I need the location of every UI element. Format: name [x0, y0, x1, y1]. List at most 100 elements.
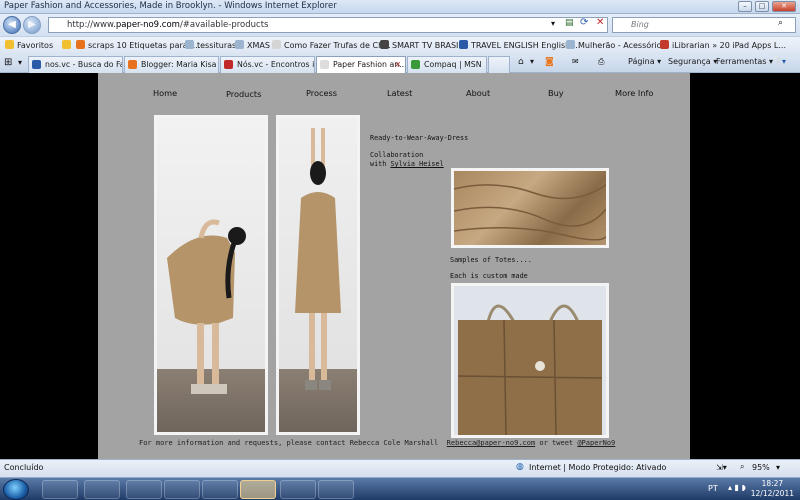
page-icon — [660, 40, 669, 49]
page-icon — [235, 40, 244, 49]
tab[interactable]: Nós.vc - Encontros in... — [220, 56, 315, 73]
compat-view-icon[interactable]: ▤ — [565, 18, 574, 28]
menu-buy[interactable]: Buy — [548, 88, 564, 98]
home-icon[interactable]: ⌂ — [518, 57, 524, 67]
search-icon[interactable]: ⌕ — [778, 18, 783, 28]
status-text: Concluído — [4, 463, 44, 472]
explorer-icon[interactable] — [84, 480, 120, 499]
twitter-link[interactable]: @PaperNo9 — [577, 439, 615, 447]
minimize-button[interactable]: – — [738, 1, 752, 12]
back-button[interactable]: ◀ — [3, 16, 21, 34]
zoom-dropdown-icon[interactable]: ▾ — [776, 463, 780, 472]
favorite-link[interactable]: SMART TV BRASIL — [380, 40, 463, 50]
mail-icon[interactable]: ✉ — [572, 57, 579, 66]
page-icon — [459, 40, 468, 49]
add-favorite-icon[interactable] — [62, 40, 74, 50]
menu-process[interactable]: Process — [306, 88, 337, 98]
page-icon — [320, 60, 329, 69]
favorite-link[interactable]: XMAS — [235, 40, 270, 50]
favorite-link[interactable]: iLibrarian » 20 iPad Apps L... — [660, 40, 786, 50]
print-icon[interactable]: ⎙ — [598, 57, 604, 67]
new-tab-button[interactable] — [488, 56, 510, 73]
tote-bag-photo[interactable] — [451, 283, 609, 438]
forward-button[interactable]: ▶ — [23, 16, 41, 34]
quick-tabs-icon[interactable]: ⊞ — [4, 57, 12, 68]
tab[interactable]: Compaq | MSN — [407, 56, 487, 73]
zoom-icon[interactable]: ⌕ — [740, 462, 744, 472]
favorite-link[interactable]: TRAVEL ENGLISH English ... — [459, 40, 580, 50]
paint-icon[interactable] — [318, 480, 354, 499]
feeds-icon[interactable]: ◙ — [545, 57, 554, 67]
favorite-link[interactable]: tessituras — [185, 40, 236, 50]
address-dropdown-icon[interactable]: ▾ — [551, 19, 555, 28]
menu-home[interactable]: Home — [153, 88, 177, 98]
firefox-icon[interactable] — [164, 480, 200, 499]
menu-more-info[interactable]: More Info — [615, 88, 653, 98]
window-title: Paper Fashion and Accessories, Made in B… — [4, 1, 337, 11]
msn-icon — [411, 60, 420, 69]
tab-active[interactable]: Paper Fashion an... ✕ — [316, 56, 406, 73]
search-input[interactable]: Bing — [612, 17, 796, 33]
title-bar: Paper Fashion and Accessories, Made in B… — [0, 0, 800, 14]
url-prefix: http://www. — [67, 20, 116, 30]
blogger-icon — [128, 60, 137, 69]
collaborator-link[interactable]: Sylvia Heisel — [390, 160, 443, 168]
refresh-icon[interactable]: ⟳ — [580, 17, 588, 28]
internet-explorer-icon[interactable] — [240, 480, 276, 499]
dress-photo-bending[interactable] — [154, 115, 268, 435]
navigation-bar: ◀ ▶ http://www.paper-no9.com/#available-… — [0, 14, 800, 36]
protected-mode-icon[interactable]: ⇲▾ — [716, 463, 727, 472]
taskbar: PT ▴ ▮ ◗ 18:27 12/12/2011 — [0, 477, 800, 500]
collaboration-label: Collaboration — [370, 151, 424, 159]
tv-icon — [380, 40, 389, 49]
menu-products[interactable]: Products — [226, 89, 261, 99]
site-icon — [224, 60, 233, 69]
tab[interactable]: nos.vc - Busca do Fac... — [28, 56, 123, 73]
clock[interactable]: 18:27 12/12/2011 — [751, 479, 794, 499]
page-icon — [185, 40, 194, 49]
media-player-icon[interactable] — [42, 480, 78, 499]
messenger-icon[interactable] — [280, 480, 316, 499]
favorite-link[interactable]: scraps 10 Etiquetas para I... — [76, 40, 200, 50]
help-icon[interactable]: ❔▾ — [772, 57, 786, 66]
favorite-link[interactable]: Como Fazer Trufas de Ch... — [272, 40, 391, 50]
tote-texture-photo[interactable] — [451, 168, 609, 248]
home-dropdown-icon[interactable]: ▾ — [530, 57, 534, 66]
favorites-button[interactable]: Favoritos — [5, 40, 53, 50]
status-bar: Concluído ◍ Internet | Modo Protegido: A… — [0, 459, 800, 477]
page-menu[interactable]: Página ▾ — [628, 57, 661, 66]
star-icon — [5, 40, 14, 49]
footer-text: For more information and requests, pleas… — [139, 439, 439, 447]
address-bar[interactable]: http://www.paper-no9.com/#available-prod… — [48, 17, 608, 33]
tab-list-icon[interactable]: ▾ — [18, 58, 22, 67]
dress-photo-stretching[interactable] — [276, 115, 360, 435]
footer-or: or tweet — [539, 439, 574, 447]
zoom-level[interactable]: 95% — [752, 463, 770, 472]
menu-latest[interactable]: Latest — [387, 88, 412, 98]
start-button[interactable] — [3, 479, 29, 500]
menu-about[interactable]: About — [466, 88, 490, 98]
page-icon — [566, 40, 575, 49]
tab[interactable]: Blogger: Maria Kisa - ... — [124, 56, 219, 73]
language-indicator[interactable]: PT — [708, 484, 718, 493]
security-menu[interactable]: Segurança ▾ — [668, 57, 717, 66]
hp-icon[interactable] — [126, 480, 162, 499]
collaboration-with: with Sylvia Heisel — [370, 160, 444, 168]
stop-icon[interactable]: ✕ — [596, 17, 604, 28]
clock-date: 12/12/2011 — [750, 489, 794, 498]
url-domain: paper-no9.com — [115, 20, 180, 30]
chrome-icon[interactable] — [202, 480, 238, 499]
favorite-link[interactable]: Mulherão - Acessórios — [566, 40, 666, 50]
url-suffix: /#available-products — [179, 20, 269, 30]
close-button[interactable]: ✕ — [772, 1, 796, 12]
dress-title: Ready-to-Wear-Away-Dress — [370, 134, 469, 142]
tray-icons[interactable]: ▴ ▮ ◗ — [728, 483, 746, 492]
security-zone[interactable]: Internet | Modo Protegido: Ativado — [529, 463, 666, 472]
contact-email-link[interactable]: Rebecca@paper-no9.com — [447, 439, 536, 447]
tools-menu[interactable]: Ferramentas ▾ — [716, 57, 773, 66]
close-tab-icon[interactable]: ✕ — [394, 57, 401, 72]
site-icon — [32, 60, 41, 69]
maximize-button[interactable]: □ — [755, 1, 769, 12]
globe-icon: ◍ — [516, 462, 524, 472]
totes-custom-text: Each is custom made — [450, 272, 528, 280]
